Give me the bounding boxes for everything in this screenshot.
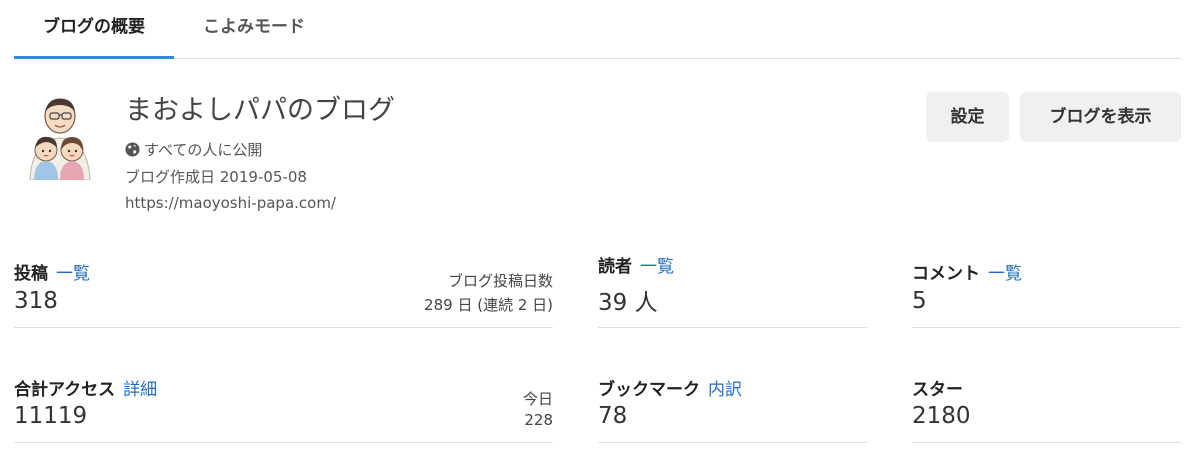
tab-calendar-mode[interactable]: こよみモード [194,0,314,58]
posts-list-link[interactable]: 一覧 [56,264,90,284]
stat-access-value: 11119 [14,403,88,429]
readers-list-link[interactable]: 一覧 [640,257,674,277]
stat-posts-label: 投稿 [14,264,48,284]
stat-readers-label: 読者 [598,257,632,277]
stat-bookmarks: ブックマーク 内訳 78 [598,366,867,443]
stat-readers: 読者 一覧 39 人 [598,250,867,328]
stat-comments-value: 5 [912,288,927,314]
tab-bar: ブログの概要 こよみモード [14,0,1181,59]
stat-label: ブックマーク 内訳 [598,375,742,400]
stat-label: 読者 一覧 [598,252,674,277]
stat-label: 合計アクセス 詳細 [14,375,157,400]
stat-bookmarks-value: 78 [598,403,628,429]
stat-comments: コメント 一覧 5 [912,250,1181,328]
comments-list-link[interactable]: 一覧 [988,264,1022,284]
stat-comments-label: コメント [912,264,980,284]
posting-days-value: 289 日 (連続 2 日) [424,296,553,314]
today-label: 今日 [522,390,553,408]
stat-total-access: 合計アクセス 詳細 11119 今日 228 [14,366,553,443]
stat-posts-value: 318 [14,288,58,314]
visibility-label: すべての人に公開 [144,141,263,159]
today-value: 228 [524,411,553,429]
visibility-status: すべての人に公開 [125,139,262,161]
tab-blog-overview[interactable]: ブログの概要 [14,0,174,59]
globe-icon [125,142,140,161]
stat-posts: 投稿 一覧 318 ブログ投稿日数 289 日 (連続 2 日) [14,250,553,328]
stat-stars: スター 2180 [912,366,1181,443]
stat-label: コメント 一覧 [912,259,1022,284]
stat-stars-value: 2180 [912,403,971,429]
stat-label: スター [912,375,963,400]
blog-url: https://maoyoshi-papa.com/ [125,194,336,212]
bookmarks-breakdown-link[interactable]: 内訳 [708,380,742,400]
blog-created-date: ブログ作成日 2019-05-08 [125,168,307,186]
access-detail-link[interactable]: 詳細 [123,380,157,400]
avatar [24,96,96,181]
stat-readers-value: 39 人 [598,290,658,316]
view-blog-button[interactable]: ブログを表示 [1020,92,1181,142]
stat-bookmarks-label: ブックマーク [598,380,700,400]
stat-stars-label: スター [912,380,963,400]
blog-title: まおよしパパのブログ [125,95,395,126]
settings-button[interactable]: 設定 [926,92,1009,142]
stat-access-label: 合計アクセス [14,380,116,400]
stat-label: 投稿 一覧 [14,259,90,284]
posting-days-label: ブログ投稿日数 [447,272,553,290]
